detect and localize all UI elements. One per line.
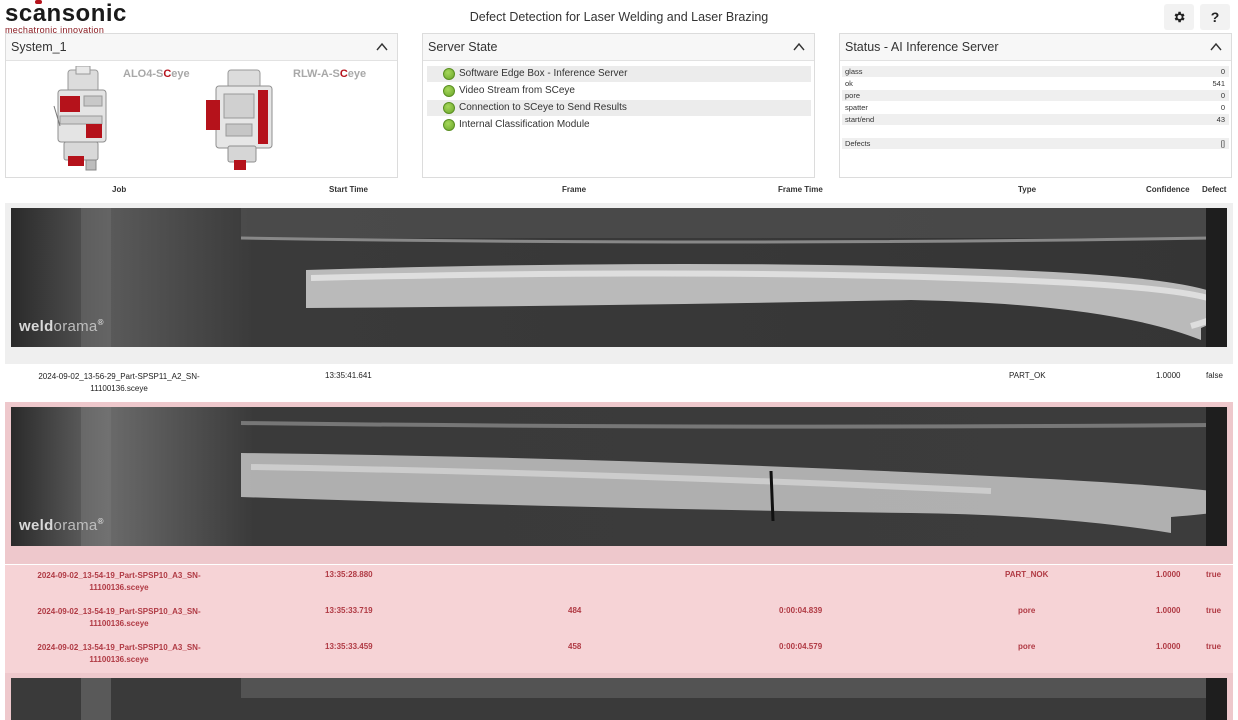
system-label-alo4: ALO4-SCeye	[123, 68, 190, 80]
server-item-connection: Connection to SCeye to Send Results	[427, 100, 811, 116]
start-time-cell: 13:35:33.459	[325, 642, 373, 651]
status-ok-icon	[443, 102, 455, 114]
type-cell: pore	[1018, 606, 1036, 615]
weld-seam-image[interactable]: weldorama®	[11, 208, 1227, 347]
frame-time-cell: 0:00:04.579	[779, 642, 823, 651]
job-cell: 2024-09-02_13-54-19_Part-SPSP10_A3_SN- 11…	[37, 643, 201, 664]
column-header-defect[interactable]: Defect	[1202, 185, 1226, 194]
system-panel: System_1 ALO4-SCeye RLW-A-SCeye	[5, 33, 398, 178]
weld-image-band-nok: weldorama®	[5, 402, 1233, 564]
alo4-sceye-device-image[interactable]	[46, 66, 118, 174]
count-row-pore: pore 0	[842, 90, 1229, 101]
server-item-label: Software Edge Box - Inference Server	[459, 68, 628, 79]
server-state-header[interactable]: Server State	[423, 34, 814, 61]
weldorama-logo: weldorama®	[19, 318, 104, 335]
inference-status-panel: Status - AI Inference Server glass 0 ok 54…	[839, 33, 1232, 178]
server-item-inference: Software Edge Box - Inference Server	[427, 66, 811, 82]
gear-icon	[1174, 11, 1185, 23]
server-item-label: Connection to SCeye to Send Results	[459, 102, 627, 113]
chevron-up-icon[interactable]	[1209, 40, 1223, 54]
confidence-cell: 1.0000	[1156, 642, 1181, 651]
server-item-video-stream: Video Stream from SCeye	[427, 83, 811, 99]
frame-cell: 458	[568, 642, 582, 651]
rlw-a-sceye-device-image[interactable]	[202, 66, 282, 174]
column-header-confidence[interactable]: Confidence	[1146, 185, 1190, 194]
server-item-label: Video Stream from SCeye	[459, 85, 575, 96]
page-title: Defect Detection for Laser Welding and L…	[469, 10, 769, 24]
type-cell: PART_NOK	[1005, 570, 1049, 579]
defect-cell: true	[1206, 606, 1222, 615]
count-row-start-end: start/end 43	[842, 114, 1229, 125]
type-cell: pore	[1018, 642, 1036, 651]
count-row-spatter: spatter 0	[845, 103, 1225, 112]
table-row[interactable]: 2024-09-02_13-54-19_Part-SPSP10_A3_SN- 11…	[5, 637, 1233, 673]
weld-seam-image[interactable]: weldorama®	[11, 407, 1227, 546]
start-time-cell: 13:35:33.719	[325, 606, 373, 615]
weld-seam-image[interactable]	[11, 678, 1227, 720]
defect-cell: true	[1206, 570, 1222, 579]
chevron-up-icon[interactable]	[792, 40, 806, 54]
column-header-frame-time[interactable]: Frame Time	[778, 185, 823, 194]
help-button[interactable]: ?	[1200, 4, 1230, 30]
settings-button[interactable]	[1164, 4, 1194, 30]
type-cell: PART_OK	[1009, 371, 1046, 380]
start-time-cell: 13:35:41.641	[325, 371, 372, 380]
table-row[interactable]: 2024-09-02_13-54-19_Part-SPSP10_A3_SN- 11…	[5, 565, 1233, 601]
status-ok-icon	[443, 68, 455, 80]
server-state-title: Server State	[428, 40, 498, 54]
confidence-cell: 1.0000	[1156, 371, 1181, 380]
inference-status-title: Status - AI Inference Server	[845, 40, 999, 54]
frame-time-cell: 0:00:04.839	[779, 606, 823, 615]
server-item-label: Internal Classification Module	[459, 119, 590, 130]
weldorama-logo: weldorama®	[19, 517, 104, 534]
job-cell: 2024-09-02_13-54-19_Part-SPSP10_A3_SN- 11…	[37, 571, 201, 592]
column-header-frame[interactable]: Frame	[562, 185, 586, 194]
confidence-cell: 1.0000	[1156, 606, 1181, 615]
job-cell: 2024-09-02_13-54-19_Part-SPSP10_A3_SN- 11…	[37, 607, 201, 628]
start-time-cell: 13:35:28.880	[325, 570, 373, 579]
column-header-type[interactable]: Type	[1018, 185, 1036, 194]
system-panel-header[interactable]: System_1	[6, 34, 397, 61]
column-header-start-time[interactable]: Start Time	[329, 185, 368, 194]
table-row[interactable]: 2024-09-02_13-54-19_Part-SPSP10_A3_SN- 11…	[5, 601, 1233, 637]
count-row-glass: glass 0	[842, 66, 1229, 77]
server-item-classification: Internal Classification Module	[427, 117, 811, 133]
system-panel-title: System_1	[11, 40, 67, 54]
server-state-panel: Server State Software Edge Box - Inferen…	[422, 33, 815, 178]
system-label-rlw: RLW-A-SCeye	[293, 68, 367, 80]
weld-image-band-partial	[5, 673, 1233, 720]
column-header-job[interactable]: Job	[112, 185, 126, 194]
inference-status-header[interactable]: Status - AI Inference Server	[840, 34, 1231, 61]
defect-cell: true	[1206, 642, 1222, 651]
confidence-cell: 1.0000	[1156, 570, 1181, 579]
count-row-ok: ok 541	[845, 79, 1225, 88]
table-row[interactable]: 2024-09-02_13-56-29_Part-SPSP11_A2_SN- 11…	[5, 366, 1233, 402]
status-ok-icon	[443, 85, 455, 97]
status-ok-icon	[443, 119, 455, 131]
top-bar: scansonic mechatronic innovation Defect …	[0, 0, 1238, 35]
chevron-up-icon[interactable]	[375, 40, 389, 54]
defect-cell: false	[1206, 371, 1223, 380]
defects-row: Defects[]	[842, 138, 1229, 149]
weld-image-band-ok: weldorama®	[5, 203, 1233, 364]
frame-cell: 484	[568, 606, 582, 615]
job-cell: 2024-09-02_13-56-29_Part-SPSP11_A2_SN- 11…	[38, 372, 200, 393]
